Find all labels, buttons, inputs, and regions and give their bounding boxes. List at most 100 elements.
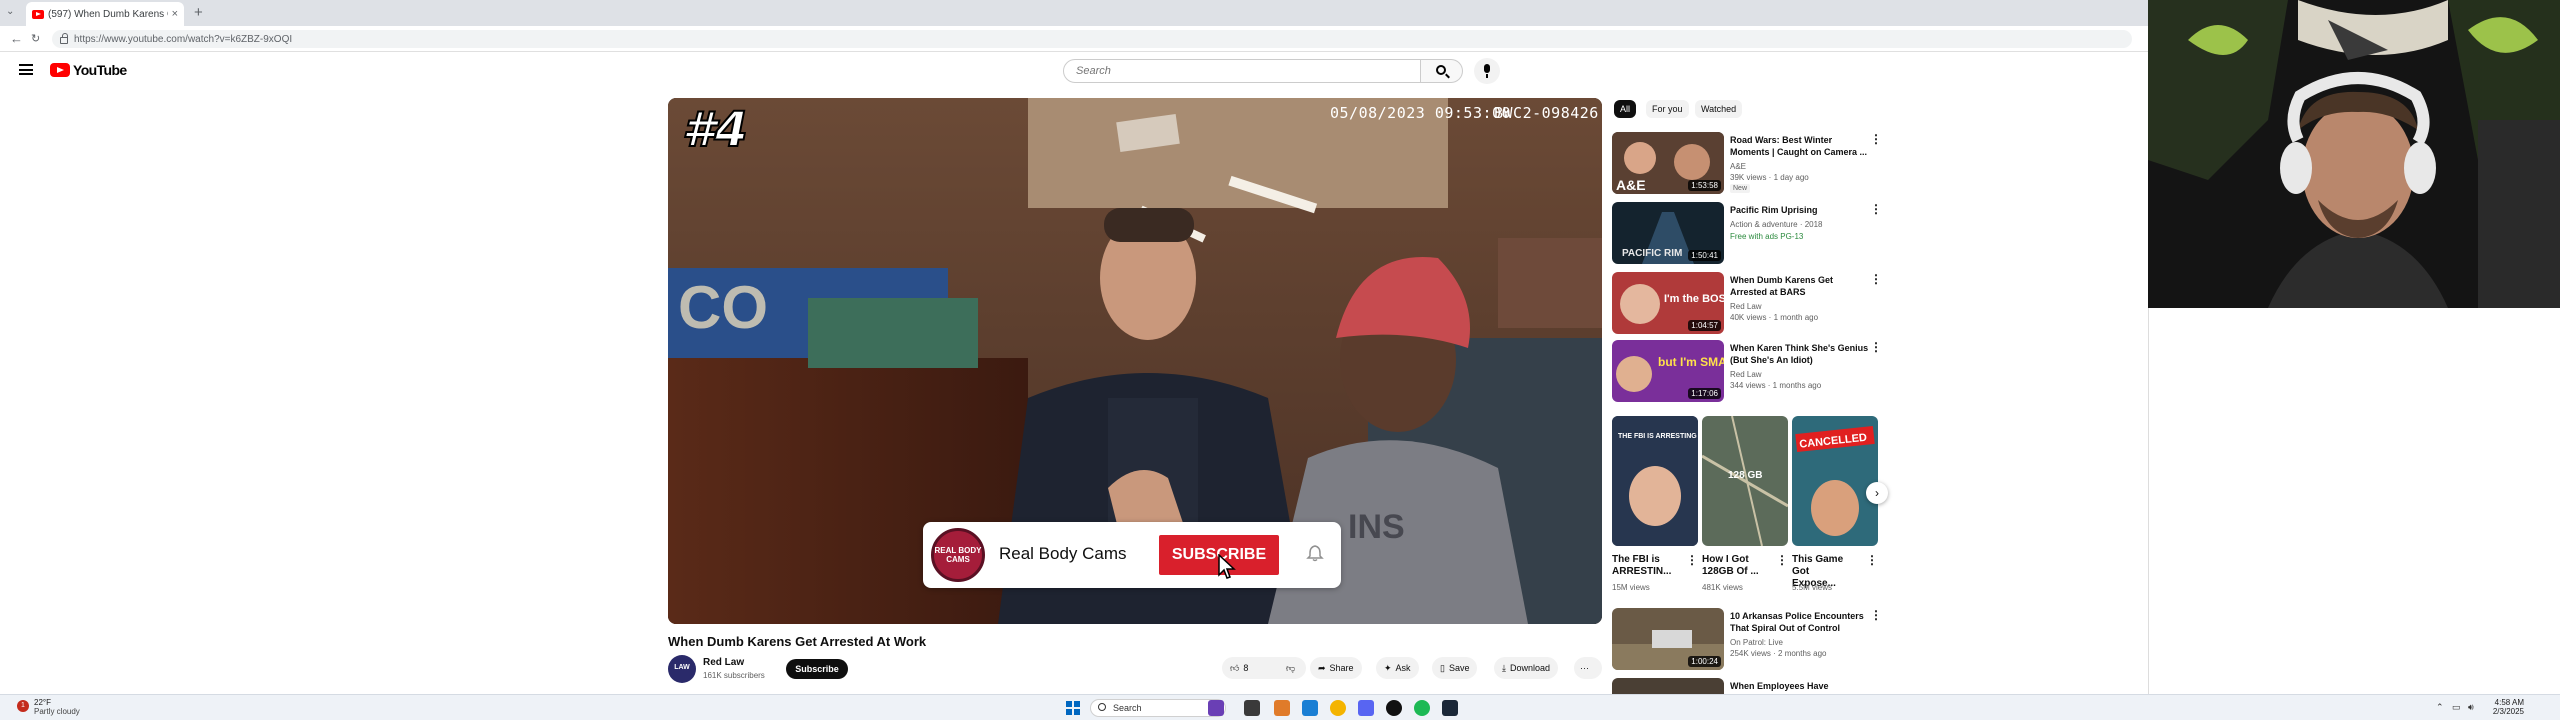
rec-thumbnail-3[interactable]: I'm the BOSS here! 1:04:57 xyxy=(1612,272,1724,334)
search-icon xyxy=(1436,65,1446,75)
rec-channel: On Patrol: Live xyxy=(1730,638,1783,647)
ask-label: Ask xyxy=(1395,663,1411,673)
chip-for-you[interactable]: For you xyxy=(1646,100,1689,118)
short-kebab-icon[interactable]: ⋮ xyxy=(1686,554,1698,566)
rec-kebab-icon[interactable]: ⋮ xyxy=(1870,133,1882,145)
tray-network-icon[interactable]: ▭ xyxy=(2452,702,2461,713)
save-button[interactable]: ▯ Save xyxy=(1432,657,1478,679)
copilot-icon[interactable] xyxy=(1274,700,1290,716)
weather-temperature[interactable]: 22°F xyxy=(34,698,51,707)
chip-watched[interactable]: Watched xyxy=(1695,100,1743,118)
rec-thumbnail-5[interactable]: 1:00:24 xyxy=(1612,608,1724,670)
rec-title[interactable]: Road Wars: Best Winter Moments | Caught … xyxy=(1730,134,1870,158)
rec-thumbnail-6[interactable] xyxy=(1612,678,1724,694)
download-label: Download xyxy=(1509,663,1551,673)
rec-title[interactable]: When Karen Think She's Genius (But She's… xyxy=(1730,342,1870,366)
bell-icon[interactable] xyxy=(1306,544,1324,562)
new-badge: New xyxy=(1730,184,1751,193)
taskbar-search-box[interactable]: Search xyxy=(1090,699,1226,717)
short-thumbnail-2[interactable]: 128 GB xyxy=(1702,416,1788,546)
short-thumbnail-1[interactable]: THE FBI IS ARRESTING xyxy=(1612,416,1698,546)
chrome-icon[interactable] xyxy=(1330,700,1346,716)
windows-start-icon[interactable] xyxy=(1066,701,1080,715)
short-kebab-icon[interactable]: ⋮ xyxy=(1866,554,1878,566)
short-thumb-text: 128 GB xyxy=(1728,470,1762,481)
short-views: 481K views xyxy=(1702,583,1743,592)
menu-icon[interactable] xyxy=(19,64,33,75)
steam-icon[interactable] xyxy=(1442,700,1458,716)
rec-kebab-icon[interactable]: ⋮ xyxy=(1870,203,1882,215)
rec-meta: 254K views · 2 months ago xyxy=(1730,649,1827,658)
discord-icon[interactable] xyxy=(1358,700,1374,716)
short-kebab-icon[interactable]: ⋮ xyxy=(1776,554,1788,566)
overlay-avatar-text: REAL BODY CAMS xyxy=(934,546,982,564)
widget-app-icon[interactable] xyxy=(1208,700,1224,716)
tab-search-chevron-icon[interactable]: ⌄ xyxy=(6,6,14,17)
rec-duration: 1:50:41 xyxy=(1688,250,1721,261)
rec-thumbnail-1[interactable]: A&E 1:53:58 xyxy=(1612,132,1724,194)
rec-title[interactable]: When Employees Have xyxy=(1730,680,1870,694)
channel-avatar[interactable]: LAW xyxy=(668,655,696,683)
rec-title[interactable]: Pacific Rim Uprising xyxy=(1730,204,1870,216)
download-icon: ⤓ xyxy=(1502,662,1506,673)
rec-kebab-icon[interactable]: ⋮ xyxy=(1870,341,1882,353)
rec-duration: 1:04:57 xyxy=(1688,320,1721,331)
youtube-logo[interactable]: YouTube xyxy=(50,62,127,78)
channel-subscriber-count: 161K subscribers xyxy=(703,671,765,680)
edge-icon[interactable] xyxy=(1302,700,1318,716)
rec-channel: A&E xyxy=(1730,162,1747,171)
like-count: 8 xyxy=(1243,663,1249,673)
more-actions-button[interactable]: ··· xyxy=(1574,657,1602,679)
short-thumbnail-image: THE FBI IS ARRESTING xyxy=(1612,416,1698,546)
rec-kebab-icon[interactable]: ⋮ xyxy=(1870,273,1882,285)
video-player[interactable]: CO INS #4 05/08/2023 09:53:00 BWC2-09842… xyxy=(668,98,1602,624)
sparkle-icon: ✦ xyxy=(1384,662,1392,673)
voice-search-button[interactable] xyxy=(1474,58,1500,84)
obs-icon[interactable] xyxy=(1386,700,1402,716)
url-field[interactable]: https://www.youtube.com/watch?v=k6ZBZ-9x… xyxy=(52,30,2132,48)
weather-description: Partly cloudy xyxy=(34,707,80,716)
short-title[interactable]: How I Got 128GB Of ... xyxy=(1702,554,1762,578)
site-info-icon[interactable] xyxy=(60,32,68,44)
channel-name[interactable]: Red Law xyxy=(703,657,744,668)
like-button[interactable]: 👍︎ 8 xyxy=(1222,657,1278,679)
rec-title[interactable]: When Dumb Karens Get Arrested at BARS xyxy=(1730,274,1870,298)
download-button[interactable]: ⤓ Download xyxy=(1494,657,1559,679)
short-title[interactable]: The FBI is ARRESTIN... xyxy=(1612,554,1672,578)
short-thumbnail-image: 128 GB xyxy=(1702,416,1788,546)
tray-chevron-icon[interactable]: ⌃ xyxy=(2436,702,2444,713)
ask-button[interactable]: ✦ Ask xyxy=(1376,657,1419,679)
taskbar-search-label: Search xyxy=(1113,703,1142,713)
tab-close-icon[interactable]: × xyxy=(172,8,178,20)
clock-date[interactable]: 2/3/2025 xyxy=(2484,707,2524,716)
overlay-channel-avatar: REAL BODY CAMS xyxy=(931,528,985,582)
rec-thumb-text: A&E xyxy=(1616,177,1646,193)
rec-thumbnail-4[interactable]: but I'm SMART! 1:17:06 xyxy=(1612,340,1724,402)
tray-volume-icon[interactable]: 🔊︎ xyxy=(2468,702,2474,713)
weather-alert-icon[interactable]: 1 xyxy=(17,700,29,712)
mouse-cursor-icon xyxy=(1218,554,1236,579)
share-button[interactable]: ➦ Share xyxy=(1310,657,1362,679)
search-input[interactable] xyxy=(1064,60,1420,82)
rec-title[interactable]: 10 Arkansas Police Encounters That Spira… xyxy=(1730,610,1870,634)
screen: ⌄ (597) When Dumb Karens Ge × + ← ↻ http… xyxy=(0,0,2560,720)
chip-all[interactable]: All xyxy=(1614,100,1637,118)
reload-icon[interactable]: ↻ xyxy=(31,32,40,45)
rec-thumb-text: I'm the BOSS here! xyxy=(1664,293,1724,305)
short-thumbnail-3[interactable]: CANCELLED xyxy=(1792,416,1878,546)
search-button[interactable] xyxy=(1421,59,1463,83)
spotify-icon[interactable] xyxy=(1414,700,1430,716)
rec-duration: 1:00:24 xyxy=(1688,656,1721,667)
new-tab-button[interactable]: + xyxy=(194,4,203,21)
windows-taskbar: 1 22°F Partly cloudy Search ⌃ ▭ 🔊︎ 4:58 … xyxy=(0,694,2560,720)
clock-time[interactable]: 4:58 AM xyxy=(2484,698,2524,707)
back-arrow-icon[interactable]: ← xyxy=(10,31,23,46)
browser-tab-youtube[interactable]: (597) When Dumb Karens Ge × xyxy=(26,2,184,26)
dislike-button[interactable]: 👎︎ xyxy=(1278,657,1306,679)
shorts-next-button[interactable]: › xyxy=(1866,482,1888,504)
rec-meta: 40K views · 1 month ago xyxy=(1730,313,1819,322)
subscribe-button[interactable]: Subscribe xyxy=(786,659,848,679)
task-view-icon[interactable] xyxy=(1244,700,1260,716)
rec-thumbnail-2[interactable]: PACIFIC RIM 1:50:41 xyxy=(1612,202,1724,264)
rec-kebab-icon[interactable]: ⋮ xyxy=(1870,609,1882,621)
